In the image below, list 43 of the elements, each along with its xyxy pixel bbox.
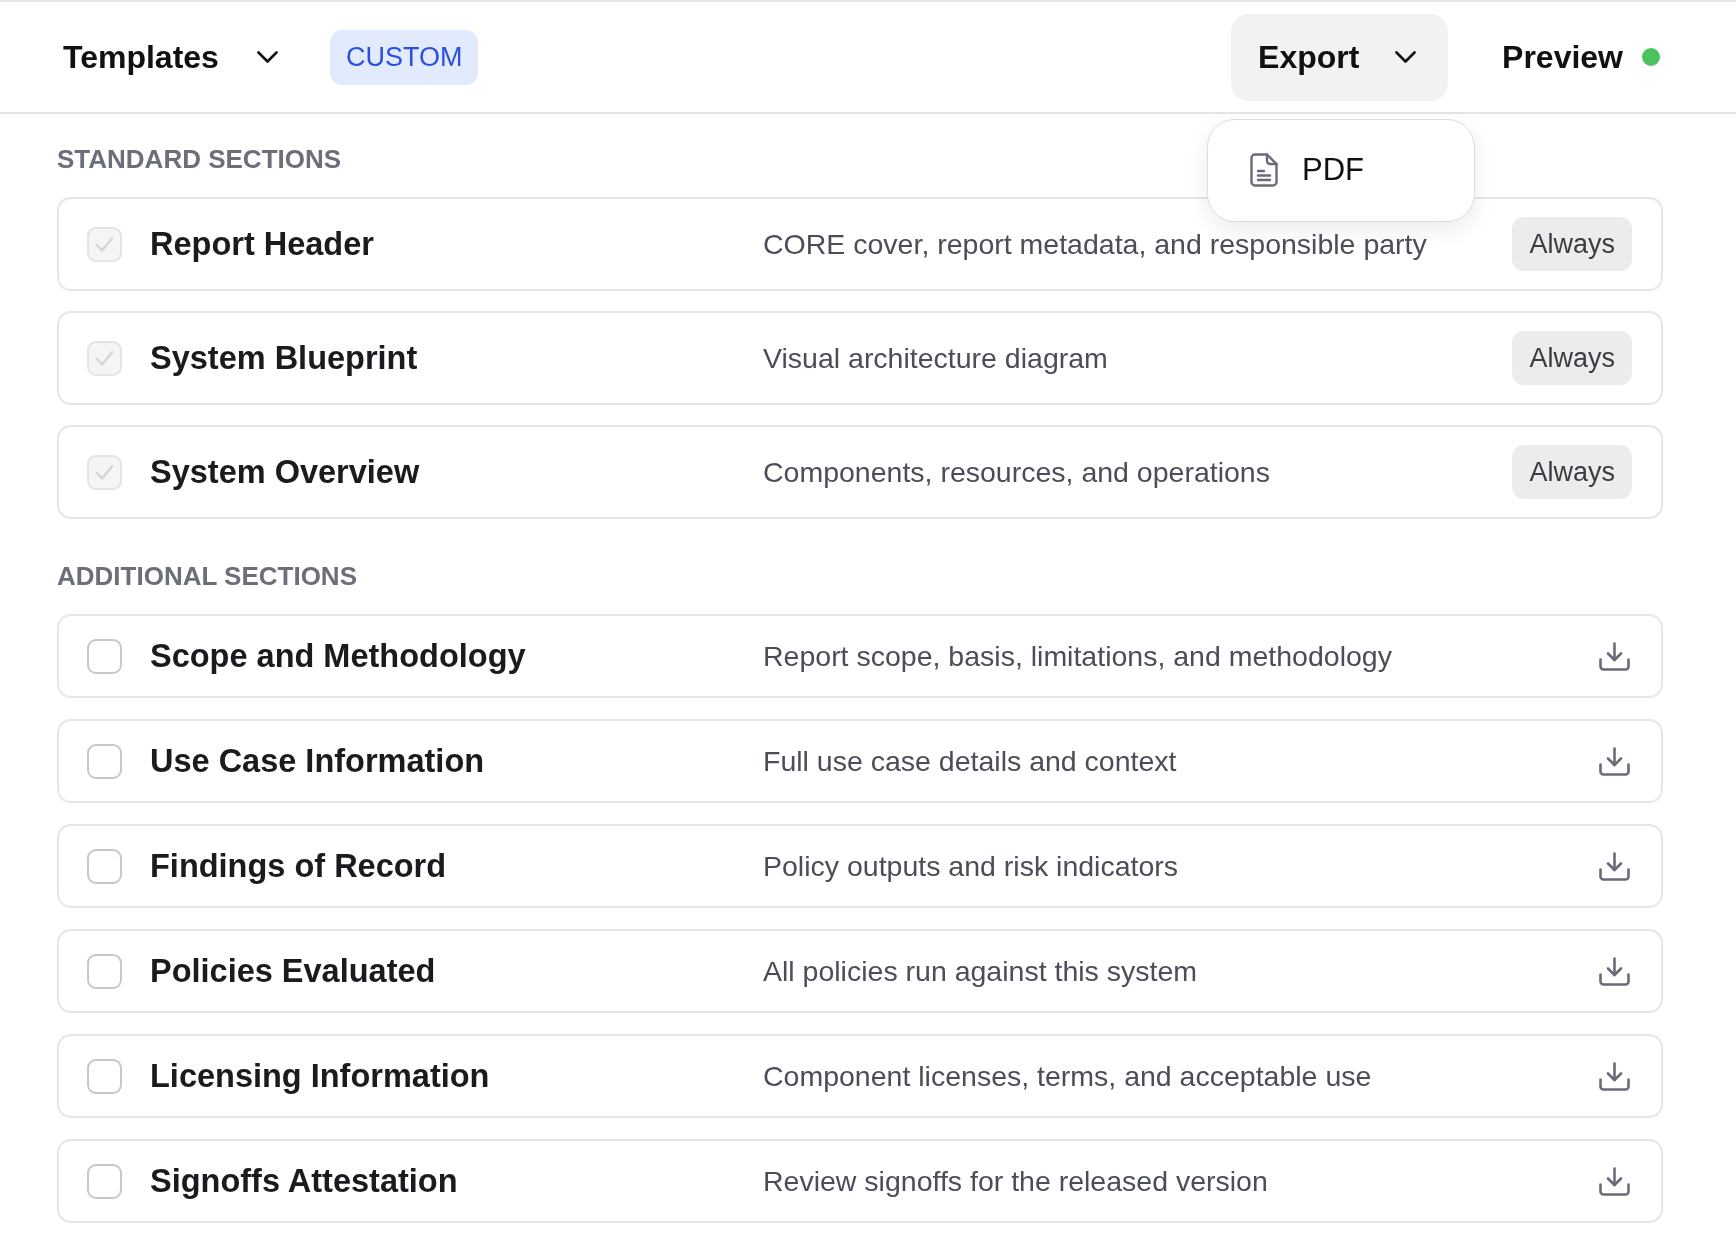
section-title: Scope and Methodology — [150, 637, 527, 676]
templates-dropdown[interactable]: Templates — [63, 37, 278, 77]
section-title: Policies Evaluated — [150, 952, 437, 991]
section-description: Visual architecture diagram — [763, 341, 1109, 376]
checkbox[interactable] — [87, 743, 122, 779]
checkbox[interactable] — [87, 1058, 122, 1094]
section-description: Review signoffs for the released version — [763, 1164, 1269, 1199]
download-icon[interactable] — [1599, 641, 1630, 671]
section-title: Report Header — [150, 225, 375, 264]
status-badge: Always — [1512, 445, 1632, 499]
checkbox[interactable] — [87, 953, 122, 989]
preview-button[interactable]: Preview — [1502, 37, 1660, 77]
section-description: Report scope, basis, limitations, and methodology — [763, 639, 1393, 674]
section-description: All policies run against this system — [763, 954, 1198, 989]
menu-item[interactable]: PDF — [1250, 151, 1365, 189]
checkbox[interactable] — [87, 638, 122, 674]
section-title: Signoffs Attestation — [150, 1162, 459, 1201]
status-badge: Always — [1512, 217, 1632, 271]
download-icon[interactable] — [1599, 851, 1630, 881]
section-description: Components, resources, and operations — [763, 455, 1271, 490]
section-title: System Overview — [150, 453, 421, 492]
mode-badge: CUSTOM — [329, 29, 479, 85]
document-icon — [1250, 153, 1279, 187]
download-icon[interactable] — [1599, 1166, 1630, 1196]
section-description: Component licenses, terms, and acceptable use — [763, 1059, 1373, 1094]
section-description: Full use case details and context — [763, 744, 1178, 779]
section-description: Policy outputs and risk indicators — [763, 849, 1180, 884]
section-title: Findings of Record — [150, 847, 448, 886]
section-heading: ADDITIONAL SECTIONS — [57, 563, 357, 589]
download-icon[interactable] — [1599, 746, 1630, 776]
section-title: Use Case Information — [150, 742, 486, 781]
checkbox[interactable] — [87, 848, 122, 884]
section-heading: STANDARD SECTIONS — [57, 146, 342, 172]
section-description: CORE cover, report metadata, and responsible party — [763, 227, 1428, 262]
section-title: Licensing Information — [150, 1057, 491, 1096]
status-badge: Always — [1512, 331, 1632, 385]
checkbox[interactable] — [87, 1163, 122, 1199]
chevron-down-icon — [256, 51, 278, 63]
download-icon[interactable] — [1599, 1061, 1630, 1091]
chevron-down-icon — [1395, 51, 1417, 63]
export-dropdown[interactable]: Export — [1231, 13, 1449, 101]
section-title: System Blueprint — [150, 339, 419, 378]
download-icon[interactable] — [1599, 956, 1630, 986]
